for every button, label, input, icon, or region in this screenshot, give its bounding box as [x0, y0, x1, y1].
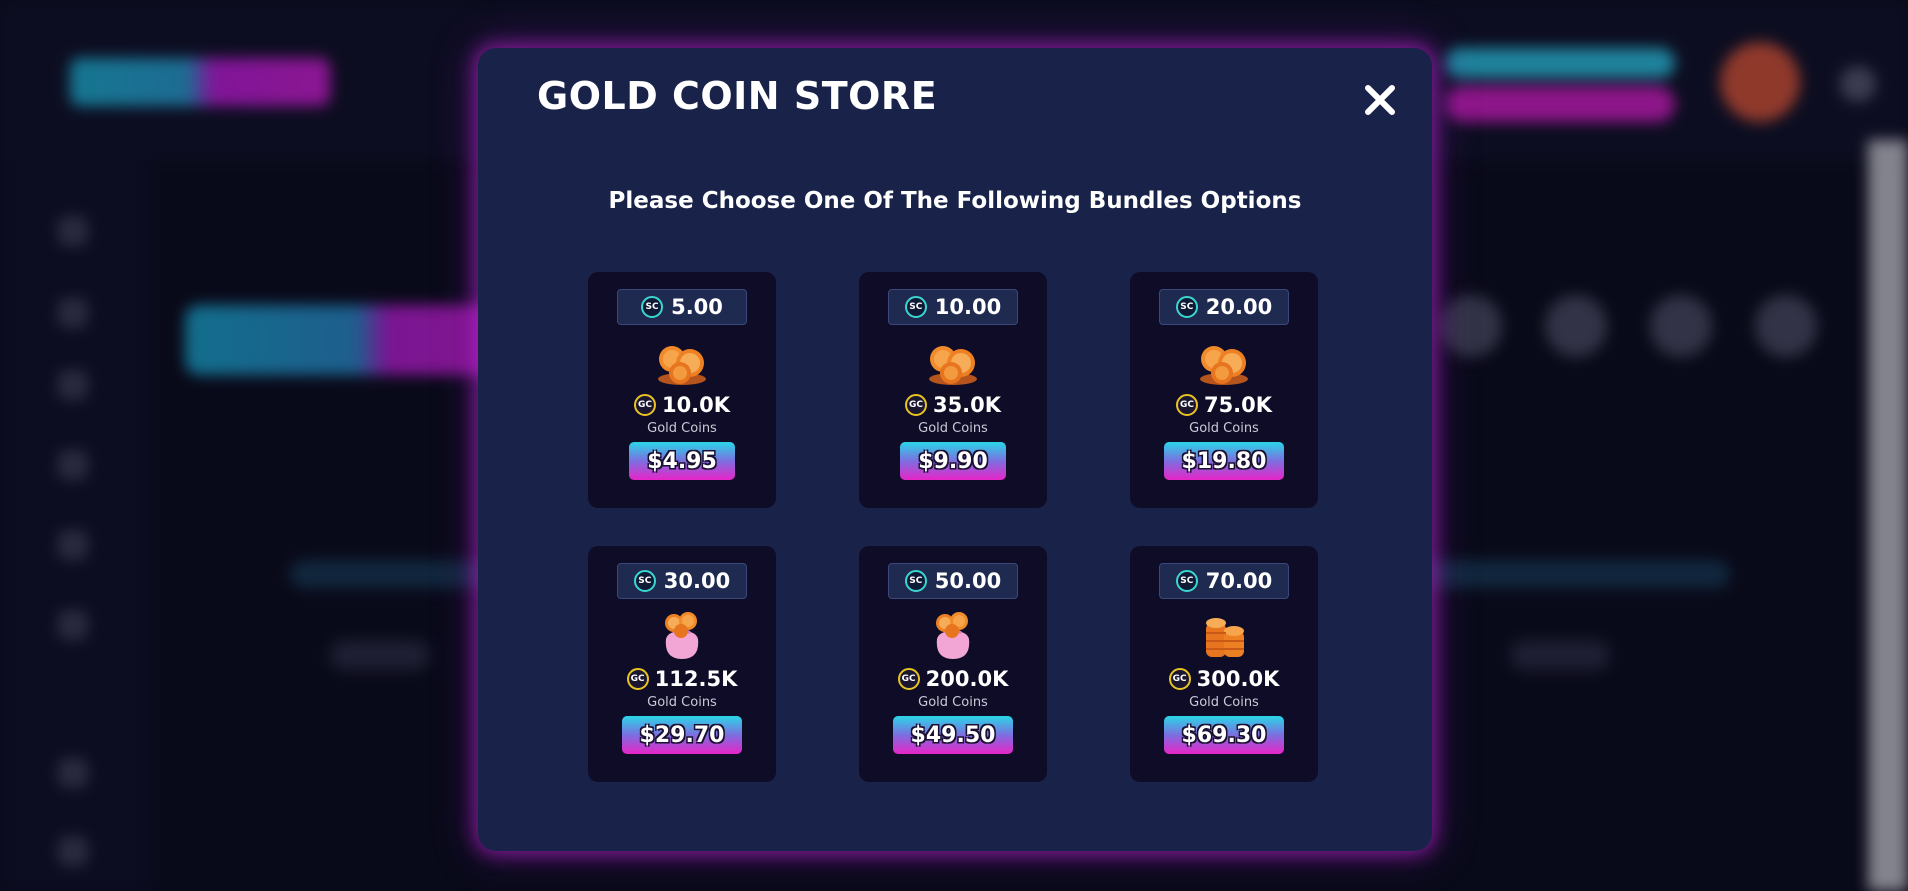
bundle-card[interactable]: SC 5.00 GC 10.0K Gold Coins $4.95: [588, 272, 776, 508]
gc-amount-line: GC 75.0K: [1175, 393, 1273, 417]
gc-amount: 112.5K: [654, 667, 738, 691]
gold-coin-icon: GC: [904, 394, 927, 416]
buy-button[interactable]: $4.95: [629, 442, 735, 480]
coin-stack-icon: [1206, 618, 1244, 657]
gc-amount: 75.0K: [1203, 393, 1273, 417]
sweep-coin-icon: SC: [904, 570, 927, 592]
sc-amount-box: SC 50.00: [888, 563, 1018, 599]
gc-label: Gold Coins: [647, 421, 717, 436]
bundle-card[interactable]: SC 70.00 GC 300.0K Gold Coins $69.30: [1130, 546, 1318, 782]
sweep-coin-icon: SC: [1175, 296, 1198, 318]
sc-amount: 70.00: [1205, 569, 1273, 593]
gc-amount: 200.0K: [925, 667, 1009, 691]
bundle-card[interactable]: SC 50.00 GC 200.0K Gold Coins $49.50: [859, 546, 1047, 782]
gold-coin-icon: GC: [1168, 668, 1191, 690]
sweep-coin-icon: SC: [904, 296, 927, 318]
gold-coin-store-modal: GOLD COIN STORE Please Choose One Of The…: [478, 48, 1432, 851]
price-label: $4.95: [647, 448, 717, 474]
gold-coin-icon: GC: [626, 668, 649, 690]
gc-amount-line: GC 200.0K: [897, 667, 1009, 691]
sc-amount: 50.00: [934, 569, 1002, 593]
buy-button[interactable]: $49.50: [892, 716, 1014, 754]
gc-amount-line: GC 10.0K: [633, 393, 731, 417]
sc-amount: 5.00: [671, 295, 723, 319]
sc-amount: 30.00: [663, 569, 731, 593]
close-icon: [1365, 85, 1395, 115]
price-label: $29.70: [639, 722, 725, 748]
buy-button[interactable]: $9.90: [900, 442, 1006, 480]
gc-amount: 10.0K: [661, 393, 731, 417]
gc-amount: 35.0K: [932, 393, 1002, 417]
gold-coin-icon: GC: [633, 394, 656, 416]
gc-label: Gold Coins: [1189, 695, 1259, 710]
coin-pile-icon: [929, 346, 977, 385]
gc-label: Gold Coins: [918, 421, 988, 436]
price-label: $9.90: [918, 448, 988, 474]
price-label: $49.50: [910, 722, 996, 748]
bundle-card[interactable]: SC 20.00 GC 75.0K Gold Coins $19.80: [1130, 272, 1318, 508]
gc-label: Gold Coins: [918, 695, 988, 710]
gc-label: Gold Coins: [647, 695, 717, 710]
price-label: $69.30: [1181, 722, 1267, 748]
sc-amount-box: SC 10.00: [888, 289, 1018, 325]
coin-pile-icon: [658, 346, 706, 385]
gc-amount-line: GC 300.0K: [1168, 667, 1280, 691]
gc-amount: 300.0K: [1196, 667, 1280, 691]
gc-amount-line: GC 35.0K: [904, 393, 1002, 417]
coin-bag-icon: [936, 612, 970, 659]
sweep-coin-icon: SC: [1175, 570, 1198, 592]
sc-amount-box: SC 20.00: [1159, 289, 1289, 325]
gold-coin-icon: GC: [1175, 394, 1198, 416]
coin-bag-icon: [665, 612, 699, 659]
price-label: $19.80: [1181, 448, 1267, 474]
buy-button[interactable]: $29.70: [621, 716, 743, 754]
sc-amount-box: SC 70.00: [1159, 563, 1289, 599]
sc-amount-box: SC 30.00: [617, 563, 747, 599]
bundle-grid: SC 5.00 GC 10.0K Gold Coins $4.95 SC 10.…: [588, 272, 1319, 782]
gc-label: Gold Coins: [1189, 421, 1259, 436]
sc-amount-box: SC 5.00: [617, 289, 747, 325]
modal-title: GOLD COIN STORE: [537, 74, 938, 118]
bundle-card[interactable]: SC 30.00 GC 112.5K Gold Coins $29.70: [588, 546, 776, 782]
sc-amount: 10.00: [934, 295, 1002, 319]
gc-amount-line: GC 112.5K: [626, 667, 738, 691]
coin-pile-icon: [1200, 346, 1248, 385]
modal-subtitle: Please Choose One Of The Following Bundl…: [608, 188, 1302, 214]
close-button[interactable]: [1358, 78, 1402, 122]
buy-button[interactable]: $19.80: [1163, 442, 1285, 480]
sweep-coin-icon: SC: [641, 296, 664, 318]
sweep-coin-icon: SC: [633, 570, 656, 592]
buy-button[interactable]: $69.30: [1163, 716, 1285, 754]
sc-amount: 20.00: [1205, 295, 1273, 319]
gold-coin-icon: GC: [897, 668, 920, 690]
bundle-card[interactable]: SC 10.00 GC 35.0K Gold Coins $9.90: [859, 272, 1047, 508]
